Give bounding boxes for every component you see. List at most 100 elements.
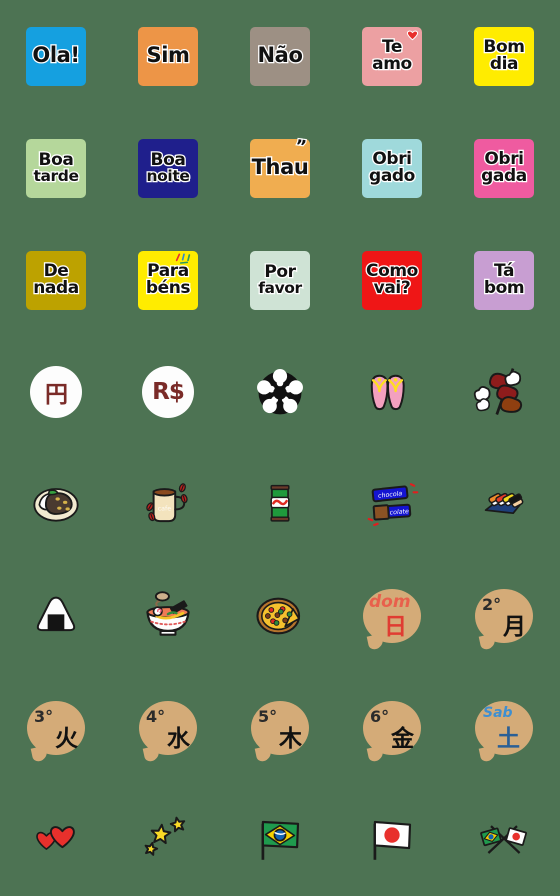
bubble-content: 4° 水 — [139, 701, 197, 755]
cell-r1-c2: Sim — [112, 0, 224, 112]
cell-r2-c5: Obri gada — [448, 112, 560, 224]
feijoada-plate — [33, 488, 79, 522]
bubble-content: 3° 火 — [27, 701, 85, 755]
cell-r7-c4: 6° 金 — [336, 672, 448, 784]
cell-r3-c2: Para béns — [112, 224, 224, 336]
sticker-por-favor[interactable]: Por favor — [250, 250, 310, 310]
sticker-line: nada — [32, 277, 81, 298]
sticker-te-amo[interactable]: Te amo — [362, 26, 422, 86]
cell-r8-c4 — [336, 784, 448, 896]
sticker-yen-symbol[interactable]: 円 — [30, 366, 82, 418]
sticker-line: favor — [257, 279, 304, 298]
sticker-flip-flops[interactable] — [365, 364, 419, 420]
cell-r1-c1: Ola! — [0, 0, 112, 112]
sticker-feijoada-plate[interactable] — [28, 479, 84, 529]
bubble-content: Sab 土 — [475, 701, 533, 755]
brazil-flag — [261, 820, 300, 860]
bubble-content: 6° 金 — [363, 701, 421, 755]
cell-r3-c5: Tá bom — [448, 224, 560, 336]
sticker-day-sexta[interactable]: 6° 金 — [363, 701, 421, 755]
sticker-coffee-cup[interactable]: cafe — [141, 476, 195, 532]
sparkle-stars — [144, 816, 186, 856]
sticker-de-nada[interactable]: De nada — [26, 250, 86, 310]
sticker-obrigada[interactable]: Obri gada — [474, 138, 534, 198]
cell-r2-c4: Obri gado — [336, 112, 448, 224]
bubble-kanji: 日 — [384, 614, 407, 640]
sticker-day-quarta[interactable]: 4° 水 — [139, 701, 197, 755]
bubble-ordinal: 3° — [34, 707, 54, 726]
cell-r5-c1 — [0, 448, 112, 560]
sticker-brazil-flag[interactable] — [253, 812, 307, 868]
sticker-guarana-can[interactable] — [258, 475, 302, 533]
sticker-line: béns — [145, 277, 192, 298]
cell-r2-c3: Thau” — [224, 112, 336, 224]
sticker-sushi-plate[interactable] — [476, 481, 532, 527]
sticker-day-domingo[interactable]: dom 日 — [363, 589, 421, 643]
bubble-ordinal: 6° — [370, 707, 390, 726]
pizza — [256, 597, 301, 635]
sticker-day-quinta[interactable]: 5° 木 — [251, 701, 309, 755]
sticker-day-sabado[interactable]: Sab 土 — [475, 701, 533, 755]
cell-r4-c1: 円 — [0, 336, 112, 448]
sticker-line: Não — [256, 43, 304, 68]
sticker-two-hearts[interactable] — [29, 816, 83, 864]
bubble-content: 2° 月 — [475, 589, 533, 643]
japan-flag — [373, 820, 412, 860]
two-hearts — [36, 826, 75, 850]
sticker-day-terca[interactable]: 3° 火 — [27, 701, 85, 755]
sticker-crossed-flags[interactable] — [476, 814, 532, 866]
guarana-can — [270, 484, 290, 522]
cell-r5-c5 — [448, 448, 560, 560]
sticker-line: vai? — [372, 277, 412, 298]
sticker-line: Boa — [149, 149, 187, 170]
sticker-line: amo — [371, 53, 414, 74]
sticker-chocolate-bars[interactable]: chocola colate — [363, 477, 421, 531]
cell-r4-c5 — [448, 336, 560, 448]
sticker-churrasco-skewer[interactable] — [473, 363, 531, 421]
sticker-soccer-ball[interactable] — [252, 364, 308, 420]
sticker-thau[interactable]: Thau” — [250, 135, 310, 198]
cell-r6-c1 — [0, 560, 112, 672]
sticker-line: bom — [483, 277, 526, 298]
bubble-kanji: 土 — [497, 726, 520, 752]
cell-r7-c1: 3° 火 — [0, 672, 112, 784]
sticker-obrigado[interactable]: Obri gado — [362, 138, 422, 198]
heart-icon — [406, 30, 419, 40]
sticker-line: Thau — [250, 155, 310, 180]
sticker-onigiri[interactable] — [31, 590, 81, 642]
cell-r8-c2 — [112, 784, 224, 896]
cell-r5-c3 — [224, 448, 336, 560]
sticker-pizza[interactable] — [252, 590, 308, 642]
cell-r2-c1: Boa tarde — [0, 112, 112, 224]
sticker-ramen-bowl[interactable] — [140, 588, 196, 644]
sticker-parabens[interactable]: Para béns — [138, 250, 198, 310]
sticker-ta-bom[interactable]: Tá bom — [474, 250, 534, 310]
crossed-flags — [480, 825, 527, 854]
sticker-ola[interactable]: Ola! — [26, 26, 86, 86]
sticker-como-vai[interactable]: Como vai? — [362, 250, 422, 310]
sticker-nao[interactable]: Não — [250, 26, 310, 86]
sticker-sim[interactable]: Sim — [138, 26, 198, 86]
cell-r7-c2: 4° 水 — [112, 672, 224, 784]
cell-r6-c3 — [224, 560, 336, 672]
sticker-japan-flag[interactable] — [365, 812, 419, 868]
sticker-line: Sim — [145, 43, 191, 68]
cell-r8-c3 — [224, 784, 336, 896]
sticker-boa-tarde[interactable]: Boa tarde — [26, 138, 86, 198]
sushi-plate — [484, 492, 524, 515]
cell-r6-c2 — [112, 560, 224, 672]
sticker-line: gada — [480, 165, 529, 186]
sticker-real-symbol[interactable]: R$ — [142, 366, 194, 418]
sticker-day-segunda[interactable]: 2° 月 — [475, 589, 533, 643]
coffee-cup: cafe — [146, 483, 188, 523]
sticker-line: gado — [368, 165, 417, 186]
soccer-ball — [257, 369, 303, 415]
sticker-bom-dia[interactable]: Bom dia — [474, 26, 534, 86]
svg-text:colate: colate — [389, 507, 409, 516]
sticker-line: tarde — [32, 167, 80, 186]
sticker-sparkle-stars[interactable] — [140, 813, 196, 867]
sticker-line: noite — [145, 167, 191, 186]
ramen-bowl — [146, 591, 190, 636]
cell-r1-c3: Não — [224, 0, 336, 112]
sticker-boa-noite[interactable]: Boa noite — [138, 138, 198, 198]
